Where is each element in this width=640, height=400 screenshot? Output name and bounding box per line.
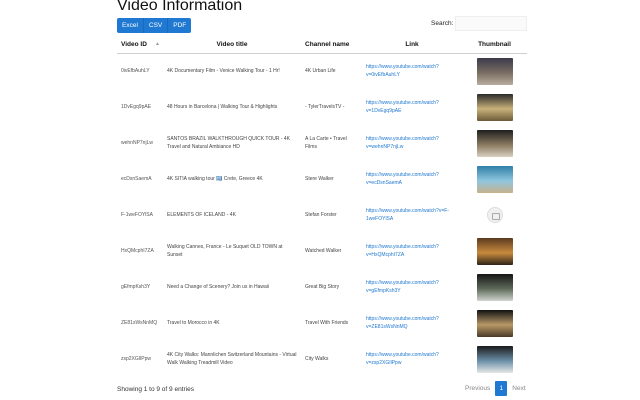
video-title-cell: 48 Hours in Barcelona | Walking Tour & H… <box>167 104 278 110</box>
export-button-group: Excel CSV PDF <box>117 18 192 33</box>
video-link[interactable]: https://www.youtube.com/watch?v=F-1weFOY… <box>362 197 462 233</box>
table-row: 1DvEgq9pAE 48 Hours in Barcelona | Walkin… <box>117 89 527 125</box>
channel-name-cell: Great Big Story <box>305 284 340 290</box>
video-link[interactable]: https://www.youtube.com/watch?v=gEfmpKsh… <box>362 269 462 305</box>
video-link[interactable]: https://www.youtube.com/watch?v=ecDsnSae… <box>362 161 462 197</box>
channel-name-cell: Stefan Forster <box>305 212 337 218</box>
video-title-cell: Walking Cannes, France - Le Suquet OLD T… <box>167 244 283 258</box>
column-header-channel-name[interactable]: Channel name <box>301 36 362 54</box>
channel-name-cell: - TylerTravelsTV - <box>305 104 345 110</box>
export-csv-button[interactable]: CSV <box>143 18 169 33</box>
video-id-cell: ZE81sWsNnMQ <box>121 320 158 326</box>
column-header-video-id[interactable]: Video ID ▲ <box>117 36 163 54</box>
video-title-cell: 4K Documentary Film - Venice Walking Tou… <box>167 68 280 75</box>
video-id-cell: 0ivEfbAuhLY <box>121 68 150 75</box>
video-id-cell: F-1weFOYlSA <box>121 212 153 218</box>
sort-arrow-icon: ▲ <box>155 41 160 47</box>
video-title-cell: ELEMENTS OF ICELAND - 4K <box>167 212 236 218</box>
video-id-cell: 1DvEgq9pAE <box>121 104 152 110</box>
video-title-cell: 4K City Walks: Mannlichen Switzerland Mo… <box>167 352 297 366</box>
video-link[interactable]: https://www.youtube.com/watch?v=zsp2XGIl… <box>362 341 462 377</box>
thumbnail-cell <box>462 53 527 89</box>
video-title-cell: Travel to Morocco in 4K <box>167 320 220 326</box>
thumbnail-cell <box>462 269 527 305</box>
table-header-row: Video ID ▲ Video title Channel name Link … <box>117 36 527 54</box>
morocco-thumbnail[interactable] <box>476 309 513 337</box>
thumbnail-cell <box>462 233 527 269</box>
video-link[interactable]: https://www.youtube.com/watch?v=ZE81sWsN… <box>362 305 462 341</box>
mannlichen-thumbnail[interactable] <box>476 345 513 373</box>
channel-name-cell: 4K Urban Life <box>305 68 336 75</box>
channel-name-cell: A La Carte • Travel Films <box>305 136 347 150</box>
thumbnail-cell <box>462 161 527 197</box>
thumbnail-cell <box>462 125 527 161</box>
table-row: wehnNP7njLw SANTOS BRAZIL WALKTHROUGH QUI… <box>117 125 527 161</box>
video-title-cell: 4K SITIA walking tour 🇬🇷 Crete, Greece 4… <box>167 176 263 182</box>
video-table: Video ID ▲ Video title Channel name Link … <box>117 36 527 377</box>
video-title-cell: SANTOS BRAZIL WALKTHROUGH QUICK TOUR - 4… <box>167 136 290 150</box>
channel-name-cell: Stere Walker <box>305 176 334 182</box>
video-id-cell: zsp2XGIlPpw <box>121 356 152 362</box>
thumbnail-cell <box>462 305 527 341</box>
entries-info: Showing 1 to 9 of 9 entries <box>117 386 194 393</box>
table-row: F-1weFOYlSA ELEMENTS OF ICELAND - 4K Stefa… <box>117 197 527 233</box>
column-header-thumbnail[interactable]: Thumbnail <box>462 36 527 54</box>
barcelona-thumbnail[interactable] <box>476 93 513 121</box>
channel-name-cell: Travel With Friends <box>305 320 349 326</box>
video-id-cell: wehnNP7njLw <box>121 140 153 146</box>
pagination-next[interactable]: Next <box>507 381 530 396</box>
video-id-cell: HxQMcphI7ZA <box>121 248 154 254</box>
table-row: ZE81sWsNnMQ Travel to Morocco in 4K Travel… <box>117 305 527 341</box>
video-link[interactable]: https://www.youtube.com/watch?v=1DvEgq9p… <box>362 89 462 125</box>
thumbnail-cell <box>462 341 527 377</box>
table-row: 0ivEfbAuhLY 4K Documentary Film - Venice … <box>117 53 527 89</box>
table-row: HxQMcphI7ZA Walking Cannes, France - Le S… <box>117 233 527 269</box>
pagination-page-1[interactable]: 1 <box>495 381 508 396</box>
video-title-cell: Need a Change of Scenery? Join us in Haw… <box>167 284 270 290</box>
sitia-thumbnail[interactable] <box>476 165 513 193</box>
export-excel-button[interactable]: Excel <box>117 18 144 33</box>
video-id-cell: gEfmpKsh3Y <box>121 284 151 290</box>
table-row: zsp2XGIlPpw 4K City Walks: Mannlichen Swi… <box>117 341 527 377</box>
column-header-link[interactable]: Link <box>362 36 462 54</box>
search-label: Search: <box>431 20 454 27</box>
venice-thumbnail[interactable] <box>476 57 513 85</box>
image-placeholder-icon <box>486 207 503 223</box>
search-input[interactable] <box>455 16 527 31</box>
column-header-video-title[interactable]: Video title <box>163 36 301 54</box>
table-row: gEfmpKsh3Y Need a Change of Scenery? Join… <box>117 269 527 305</box>
pagination-previous[interactable]: Previous <box>460 381 495 396</box>
video-link[interactable]: https://www.youtube.com/watch?v=HxQMcphI… <box>362 233 462 269</box>
video-link[interactable]: https://www.youtube.com/watch?v=wehnNP7n… <box>362 125 462 161</box>
page-title: Video Information <box>117 0 243 14</box>
export-pdf-button[interactable]: PDF <box>168 18 192 33</box>
cannes-thumbnail[interactable] <box>476 237 513 265</box>
video-id-cell: ecDsnSaemA <box>121 176 152 182</box>
pagination: Previous 1 Next <box>460 381 531 396</box>
table-row: ecDsnSaemA 4K SITIA walking tour 🇬🇷 Crete… <box>117 161 527 197</box>
channel-name-cell: City Walks <box>305 356 329 362</box>
santos-thumbnail[interactable] <box>476 129 513 157</box>
thumbnail-cell <box>462 197 527 233</box>
hawaii-thumbnail[interactable] <box>476 273 513 301</box>
channel-name-cell: Watched Walker <box>305 248 342 254</box>
video-link[interactable]: https://www.youtube.com/watch?v=0ivEfbAu… <box>362 53 462 89</box>
thumbnail-cell <box>462 89 527 125</box>
